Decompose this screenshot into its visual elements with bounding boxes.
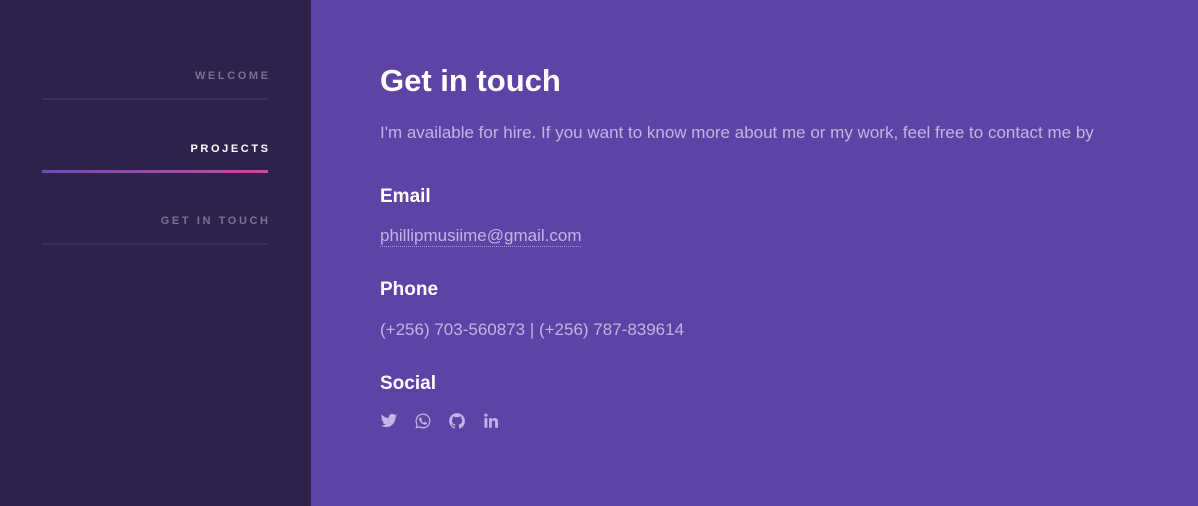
sidebar-item-label: GET IN TOUCH	[160, 215, 271, 227]
whatsapp-icon[interactable]	[414, 412, 432, 430]
twitter-icon[interactable]	[380, 412, 398, 430]
page-title: Get in touch	[380, 63, 561, 98]
email-heading: Email	[380, 186, 431, 207]
active-indicator	[42, 170, 268, 173]
intro-text: I'm available for hire. If you want to k…	[380, 123, 1094, 142]
phone-heading: Phone	[380, 279, 439, 300]
github-icon[interactable]	[448, 412, 466, 430]
sidebar-item-label: WELCOME	[194, 70, 271, 82]
nav-divider	[42, 98, 268, 100]
page: WELCOME PROJECTS GET IN TOUCH Get in tou…	[0, 0, 1198, 506]
main-content: Get in touch I'm available for hire. If …	[311, 0, 1198, 506]
sidebar-item-projects[interactable]: PROJECTS	[42, 143, 271, 173]
nav-divider	[42, 243, 268, 245]
social-links	[380, 412, 500, 430]
phone-text: (+256) 703-560873 | (+256) 787-839614	[380, 320, 685, 339]
sidebar-item-welcome[interactable]: WELCOME	[42, 70, 271, 100]
social-heading: Social	[380, 373, 436, 394]
sidebar-item-get-in-touch[interactable]: GET IN TOUCH	[42, 215, 271, 245]
sidebar: WELCOME PROJECTS GET IN TOUCH	[0, 0, 311, 506]
sidebar-item-label: PROJECTS	[190, 143, 271, 155]
email-link[interactable]: phillipmusiime@gmail.com	[380, 226, 582, 247]
linkedin-icon[interactable]	[482, 412, 500, 430]
